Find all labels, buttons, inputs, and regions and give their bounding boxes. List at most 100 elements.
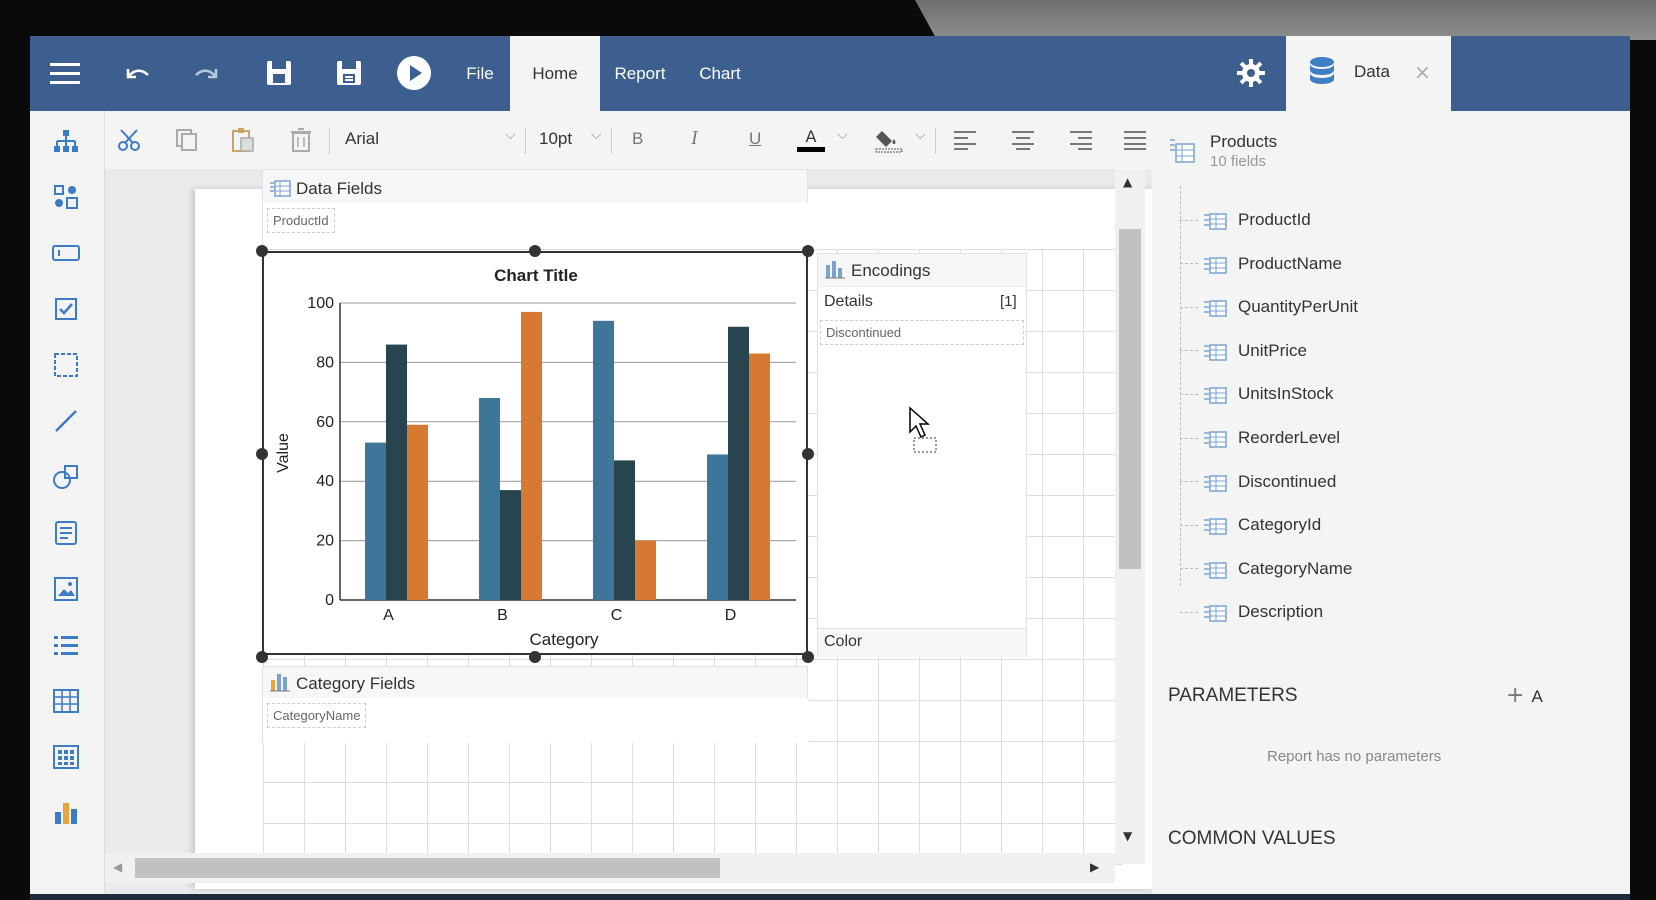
- font-color-icon[interactable]: A: [795, 124, 827, 156]
- scroll-left-icon[interactable]: ◀: [113, 860, 122, 874]
- common-values-header: COMMON VALUES: [1168, 828, 1336, 849]
- scroll-right-icon[interactable]: ▶: [1090, 860, 1099, 874]
- group-fields-icon[interactable]: [50, 181, 82, 213]
- hamburger-menu-icon[interactable]: [48, 56, 82, 90]
- resize-handle[interactable]: [529, 245, 541, 257]
- resize-handle[interactable]: [256, 448, 268, 460]
- gear-icon[interactable]: [1234, 56, 1268, 90]
- field-list-item[interactable]: UnitsInStock: [1180, 379, 1333, 409]
- font-size-select[interactable]: 10pt: [539, 129, 572, 149]
- field-label: CategoryId: [1238, 515, 1322, 535]
- align-center-icon[interactable]: [1007, 124, 1039, 156]
- scroll-down-icon[interactable]: ▼: [1123, 829, 1132, 843]
- bar-chart-icon[interactable]: [50, 797, 82, 829]
- checkbox-icon[interactable]: [50, 293, 82, 325]
- delete-icon[interactable]: [285, 124, 317, 156]
- line-icon[interactable]: [50, 405, 82, 437]
- underline-button[interactable]: U: [749, 129, 761, 149]
- chart-bar: [728, 326, 749, 600]
- fill-color-icon[interactable]: [873, 124, 905, 156]
- data-panel: Products 10 fields ProductId ProductName Q…: [1152, 111, 1630, 894]
- close-data-tab-icon[interactable]: ×: [1414, 60, 1431, 84]
- dataset-name[interactable]: Products: [1210, 132, 1277, 152]
- field-icon: [1202, 209, 1228, 231]
- chevron-down-icon[interactable]: ⌵: [505, 127, 516, 143]
- add-parameter-button[interactable]: + A: [1506, 683, 1543, 708]
- details-label: Details: [824, 293, 873, 310]
- justify-icon[interactable]: [1119, 124, 1151, 156]
- chart-report-item[interactable]: 0 20 40 60 80 100 A B C D Chart Title Category Va…: [262, 251, 808, 655]
- field-icon: [1202, 514, 1228, 536]
- field-list-item[interactable]: CategoryName: [1180, 554, 1352, 584]
- chart-title: Chart Title: [494, 266, 578, 285]
- save-icon[interactable]: [262, 56, 296, 90]
- field-list-item[interactable]: CategoryId: [1180, 510, 1321, 540]
- container-icon[interactable]: [50, 349, 82, 381]
- field-list-item[interactable]: ProductId: [1180, 205, 1311, 235]
- y-tick-label: 60: [316, 414, 334, 431]
- bold-button[interactable]: B: [632, 129, 643, 149]
- category-icon: [269, 672, 291, 697]
- align-left-icon[interactable]: [949, 124, 981, 156]
- paste-icon[interactable]: [227, 124, 259, 156]
- list-icon[interactable]: [50, 629, 82, 661]
- resize-handle[interactable]: [256, 245, 268, 257]
- tab-chart[interactable]: Chart: [680, 36, 760, 111]
- vertical-scrollbar[interactable]: ▲ ▼: [1115, 169, 1145, 864]
- chart-bar: [707, 454, 728, 600]
- matrix-icon[interactable]: [50, 741, 82, 773]
- category-field-chip[interactable]: CategoryName: [267, 703, 367, 728]
- resize-handle[interactable]: [529, 651, 541, 663]
- hierarchy-icon[interactable]: [50, 125, 82, 157]
- tab-report[interactable]: Report: [600, 36, 680, 111]
- field-list-item[interactable]: ReorderLevel: [1180, 423, 1340, 453]
- textbox-icon[interactable]: [50, 237, 82, 269]
- chevron-down-icon[interactable]: ⌵: [915, 127, 926, 143]
- data-field-chip[interactable]: ProductId: [267, 208, 335, 233]
- field-list-item[interactable]: Description: [1180, 597, 1323, 627]
- image-icon[interactable]: [50, 573, 82, 605]
- chevron-down-icon[interactable]: ⌵: [837, 127, 848, 143]
- italic-button[interactable]: I: [691, 127, 698, 150]
- font-color-glyph: A: [805, 126, 817, 146]
- tab-file[interactable]: File: [450, 36, 510, 111]
- cut-icon[interactable]: [113, 124, 145, 156]
- table-icon[interactable]: [50, 685, 82, 717]
- field-list-item[interactable]: UnitPrice: [1180, 336, 1307, 366]
- field-label: CategoryName: [1238, 558, 1353, 578]
- dataset-icon: [1168, 136, 1196, 168]
- x-tick-label: C: [611, 607, 623, 624]
- preview-play-icon[interactable]: [397, 56, 431, 90]
- vertical-scroll-thumb[interactable]: [1119, 229, 1141, 569]
- copy-icon[interactable]: [171, 124, 203, 156]
- resize-handle[interactable]: [802, 651, 814, 663]
- field-list-item[interactable]: Discontinued: [1180, 467, 1336, 497]
- save-as-icon[interactable]: [332, 56, 366, 90]
- data-fields-panel: Data Fields ProductId: [262, 169, 809, 248]
- chevron-down-icon[interactable]: ⌵: [591, 127, 602, 143]
- scroll-up-icon[interactable]: ▲: [1123, 175, 1132, 189]
- redo-icon[interactable]: [190, 56, 224, 90]
- tab-home[interactable]: Home: [510, 36, 600, 111]
- undo-icon[interactable]: [120, 56, 154, 90]
- resize-handle[interactable]: [802, 245, 814, 257]
- shape-icon[interactable]: [50, 461, 82, 493]
- color-label: Color: [824, 633, 863, 650]
- font-family-select[interactable]: Arial: [345, 129, 379, 149]
- resize-handle[interactable]: [256, 651, 268, 663]
- horizontal-scroll-thumb[interactable]: [135, 858, 720, 878]
- horizontal-scrollbar[interactable]: ◀ ▶: [105, 853, 1115, 883]
- align-right-icon[interactable]: [1065, 124, 1097, 156]
- field-icon: [1202, 427, 1228, 449]
- rich-text-icon[interactable]: [50, 517, 82, 549]
- tab-data[interactable]: Data ×: [1286, 36, 1451, 111]
- y-tick-label: 100: [307, 295, 334, 312]
- details-field-chip[interactable]: Discontinued: [820, 320, 1024, 345]
- chart-bar: [521, 311, 542, 600]
- design-surface[interactable]: Data Fields ProductId 0 20 40 60 80 100 A B C D C…: [105, 169, 1240, 894]
- resize-handle[interactable]: [802, 448, 814, 460]
- field-list-item[interactable]: ProductName: [1180, 249, 1342, 279]
- field-list-item[interactable]: QuantityPerUnit: [1180, 292, 1358, 322]
- field-label: Description: [1238, 602, 1324, 622]
- database-icon: [1308, 56, 1336, 90]
